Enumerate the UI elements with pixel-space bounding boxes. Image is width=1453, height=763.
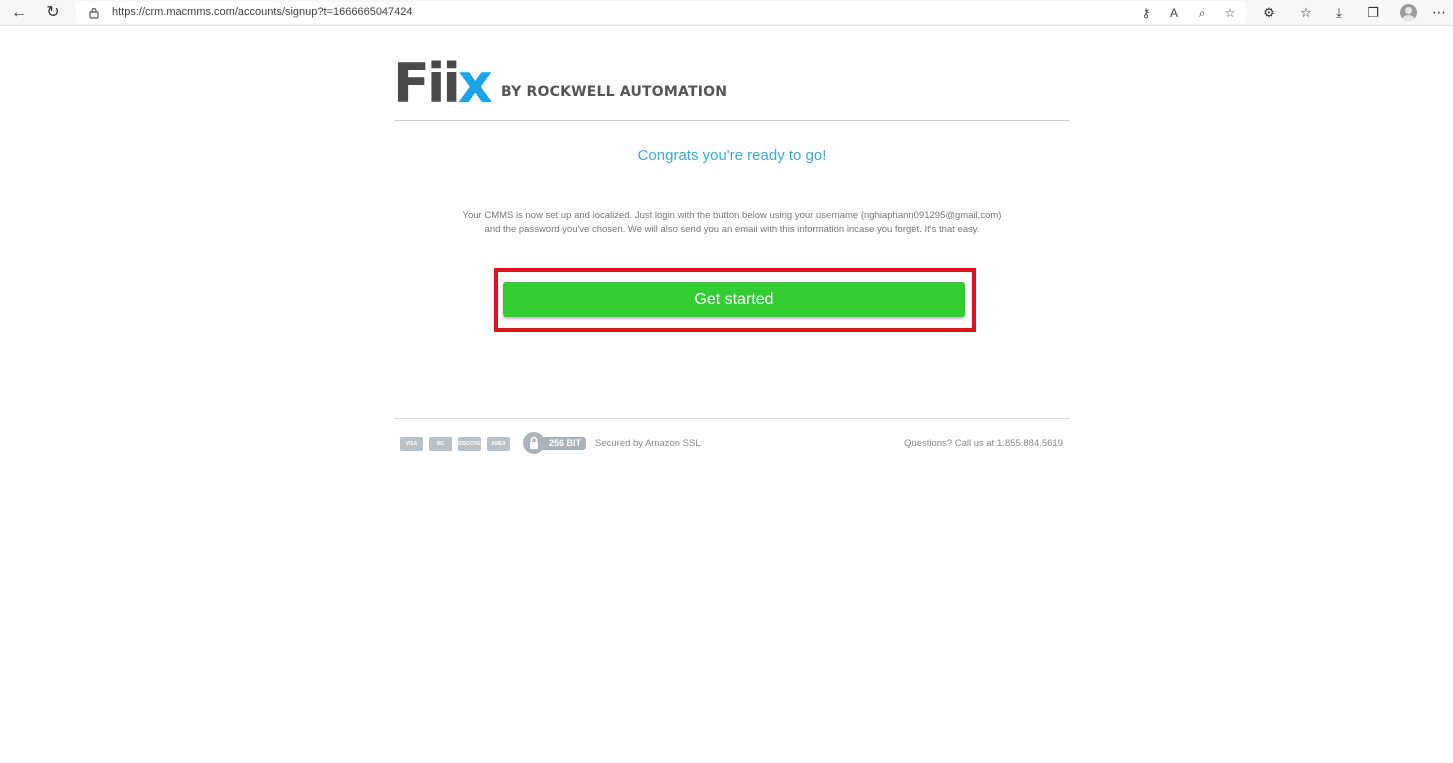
get-started-button[interactable]: Get started	[503, 282, 965, 317]
browser-toolbar: ← ↻ https://crm.macmms.com/accounts/sign…	[0, 0, 1453, 26]
amex-card-icon: AMEX	[487, 437, 510, 451]
zoom-icon[interactable]: ⌕	[1194, 5, 1210, 21]
favorites-icon[interactable]: ☆	[1297, 4, 1315, 22]
visa-card-icon: VISA	[400, 437, 423, 451]
ssl-badge-label: 256 BIT	[539, 437, 587, 450]
padlock-icon	[523, 432, 545, 454]
more-menu-icon[interactable]: ⋯	[1432, 4, 1446, 21]
discover-card-icon: DISCOVER	[458, 437, 481, 451]
support-phone-text: Questions? Call us at 1.855.884.5619	[904, 438, 1063, 449]
ssl-text: Secured by Amazon SSL	[595, 438, 701, 449]
profile-avatar[interactable]	[1400, 4, 1417, 21]
instructions-text: Your CMMS is now set up and localized. J…	[462, 210, 1002, 235]
favorite-add-icon[interactable]: ☆	[1222, 5, 1238, 21]
refresh-button[interactable]: ↻	[43, 3, 63, 23]
read-aloud-icon[interactable]: A	[1166, 5, 1182, 21]
header-divider	[394, 120, 1070, 121]
mastercard-icon: MC	[429, 437, 452, 451]
url-text[interactable]: https://crm.macmms.com/accounts/signup?t…	[112, 6, 413, 18]
footer-divider	[394, 418, 1070, 419]
key-icon[interactable]: ⚷	[1138, 5, 1154, 21]
page-headline: Congrats you're ready to go!	[637, 147, 827, 164]
downloads-icon[interactable]: ⤓	[1330, 4, 1348, 22]
back-button[interactable]: ←	[9, 3, 29, 23]
address-bar[interactable]: https://crm.macmms.com/accounts/signup?t…	[76, 2, 1246, 24]
lock-icon	[89, 7, 99, 19]
collections-icon[interactable]: ❐	[1364, 4, 1382, 22]
logo-wordmark: Fiix	[393, 52, 493, 115]
extensions-icon[interactable]: ⚙	[1260, 4, 1278, 22]
logo-tagline: BY ROCKWELL AUTOMATION	[501, 84, 728, 100]
